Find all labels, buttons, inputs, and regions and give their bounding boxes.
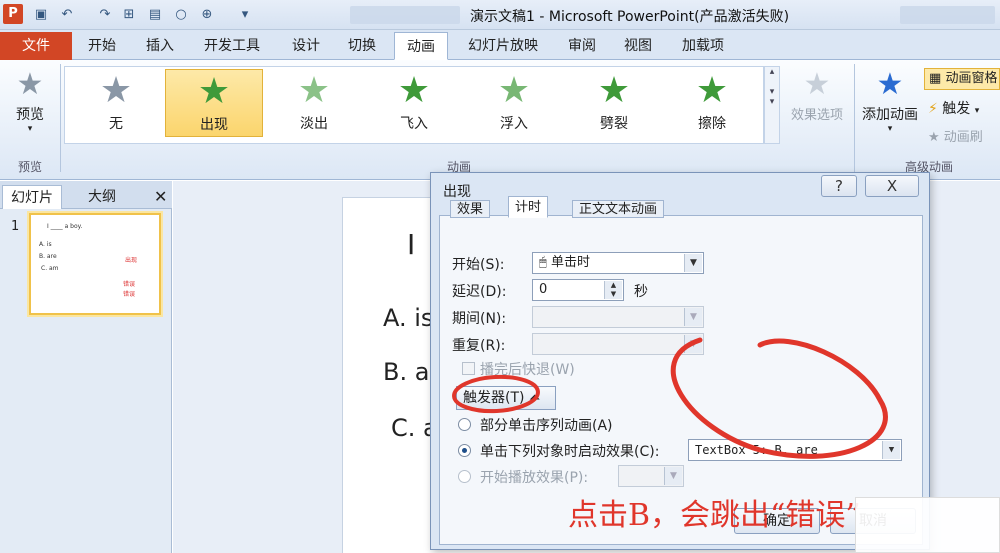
annotation-circle-object [670, 337, 888, 459]
watermark-logo [855, 497, 1000, 553]
annotation-marks [452, 337, 888, 459]
annotation-text: 点击B，会跳出“错误” [568, 498, 861, 533]
annotation-circle-triggers [452, 374, 540, 414]
